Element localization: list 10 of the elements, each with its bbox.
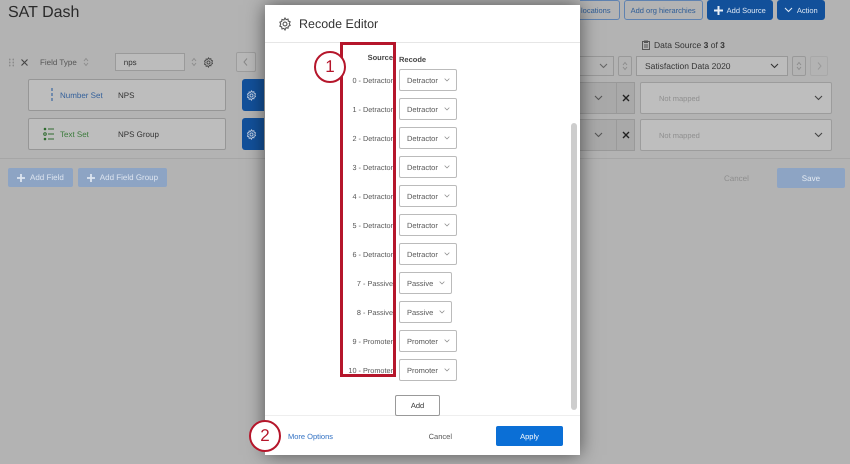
column-label: Field Type: [40, 58, 77, 66]
search-field[interactable]: nps: [114, 53, 185, 71]
modal-title: Recode Editor: [299, 16, 378, 30]
field-name: NPS: [118, 90, 134, 100]
field-name: NPS Group: [118, 130, 159, 138]
field-type-label: Text Set: [60, 130, 90, 138]
source-dropdown[interactable]: Satisfaction Data 2020: [636, 56, 788, 76]
data-source-label: Data Source 3 of 3: [654, 40, 725, 50]
page-title: SAT Dash: [8, 4, 80, 22]
field-type-label: Number Set: [60, 90, 104, 100]
